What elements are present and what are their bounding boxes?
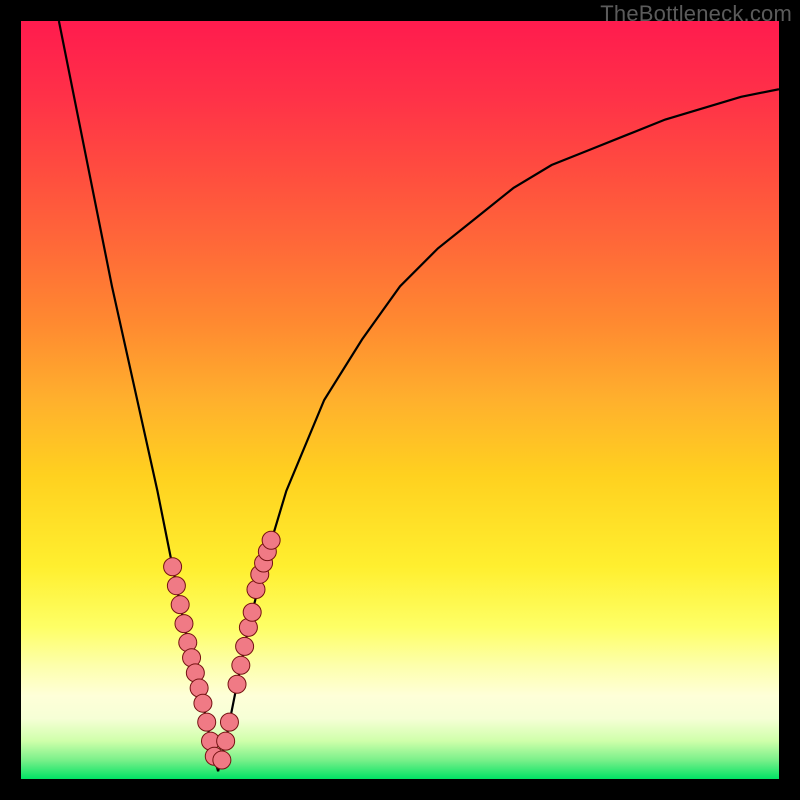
- curve-right: [218, 89, 779, 771]
- watermark-text: TheBottleneck.com: [600, 1, 792, 27]
- marker-point: [164, 558, 182, 576]
- marker-point: [262, 531, 280, 549]
- marker-point: [220, 713, 238, 731]
- marker-point: [228, 675, 246, 693]
- marker-group: [164, 531, 281, 769]
- marker-point: [171, 596, 189, 614]
- marker-point: [198, 713, 216, 731]
- marker-point: [217, 732, 235, 750]
- outer-frame: TheBottleneck.com: [0, 0, 800, 800]
- plot-area: [21, 21, 779, 779]
- marker-point: [236, 637, 254, 655]
- marker-point: [232, 656, 250, 674]
- marker-point: [243, 603, 261, 621]
- marker-point: [194, 694, 212, 712]
- marker-point: [167, 577, 185, 595]
- chart-svg: [21, 21, 779, 779]
- marker-point: [175, 615, 193, 633]
- marker-point: [213, 751, 231, 769]
